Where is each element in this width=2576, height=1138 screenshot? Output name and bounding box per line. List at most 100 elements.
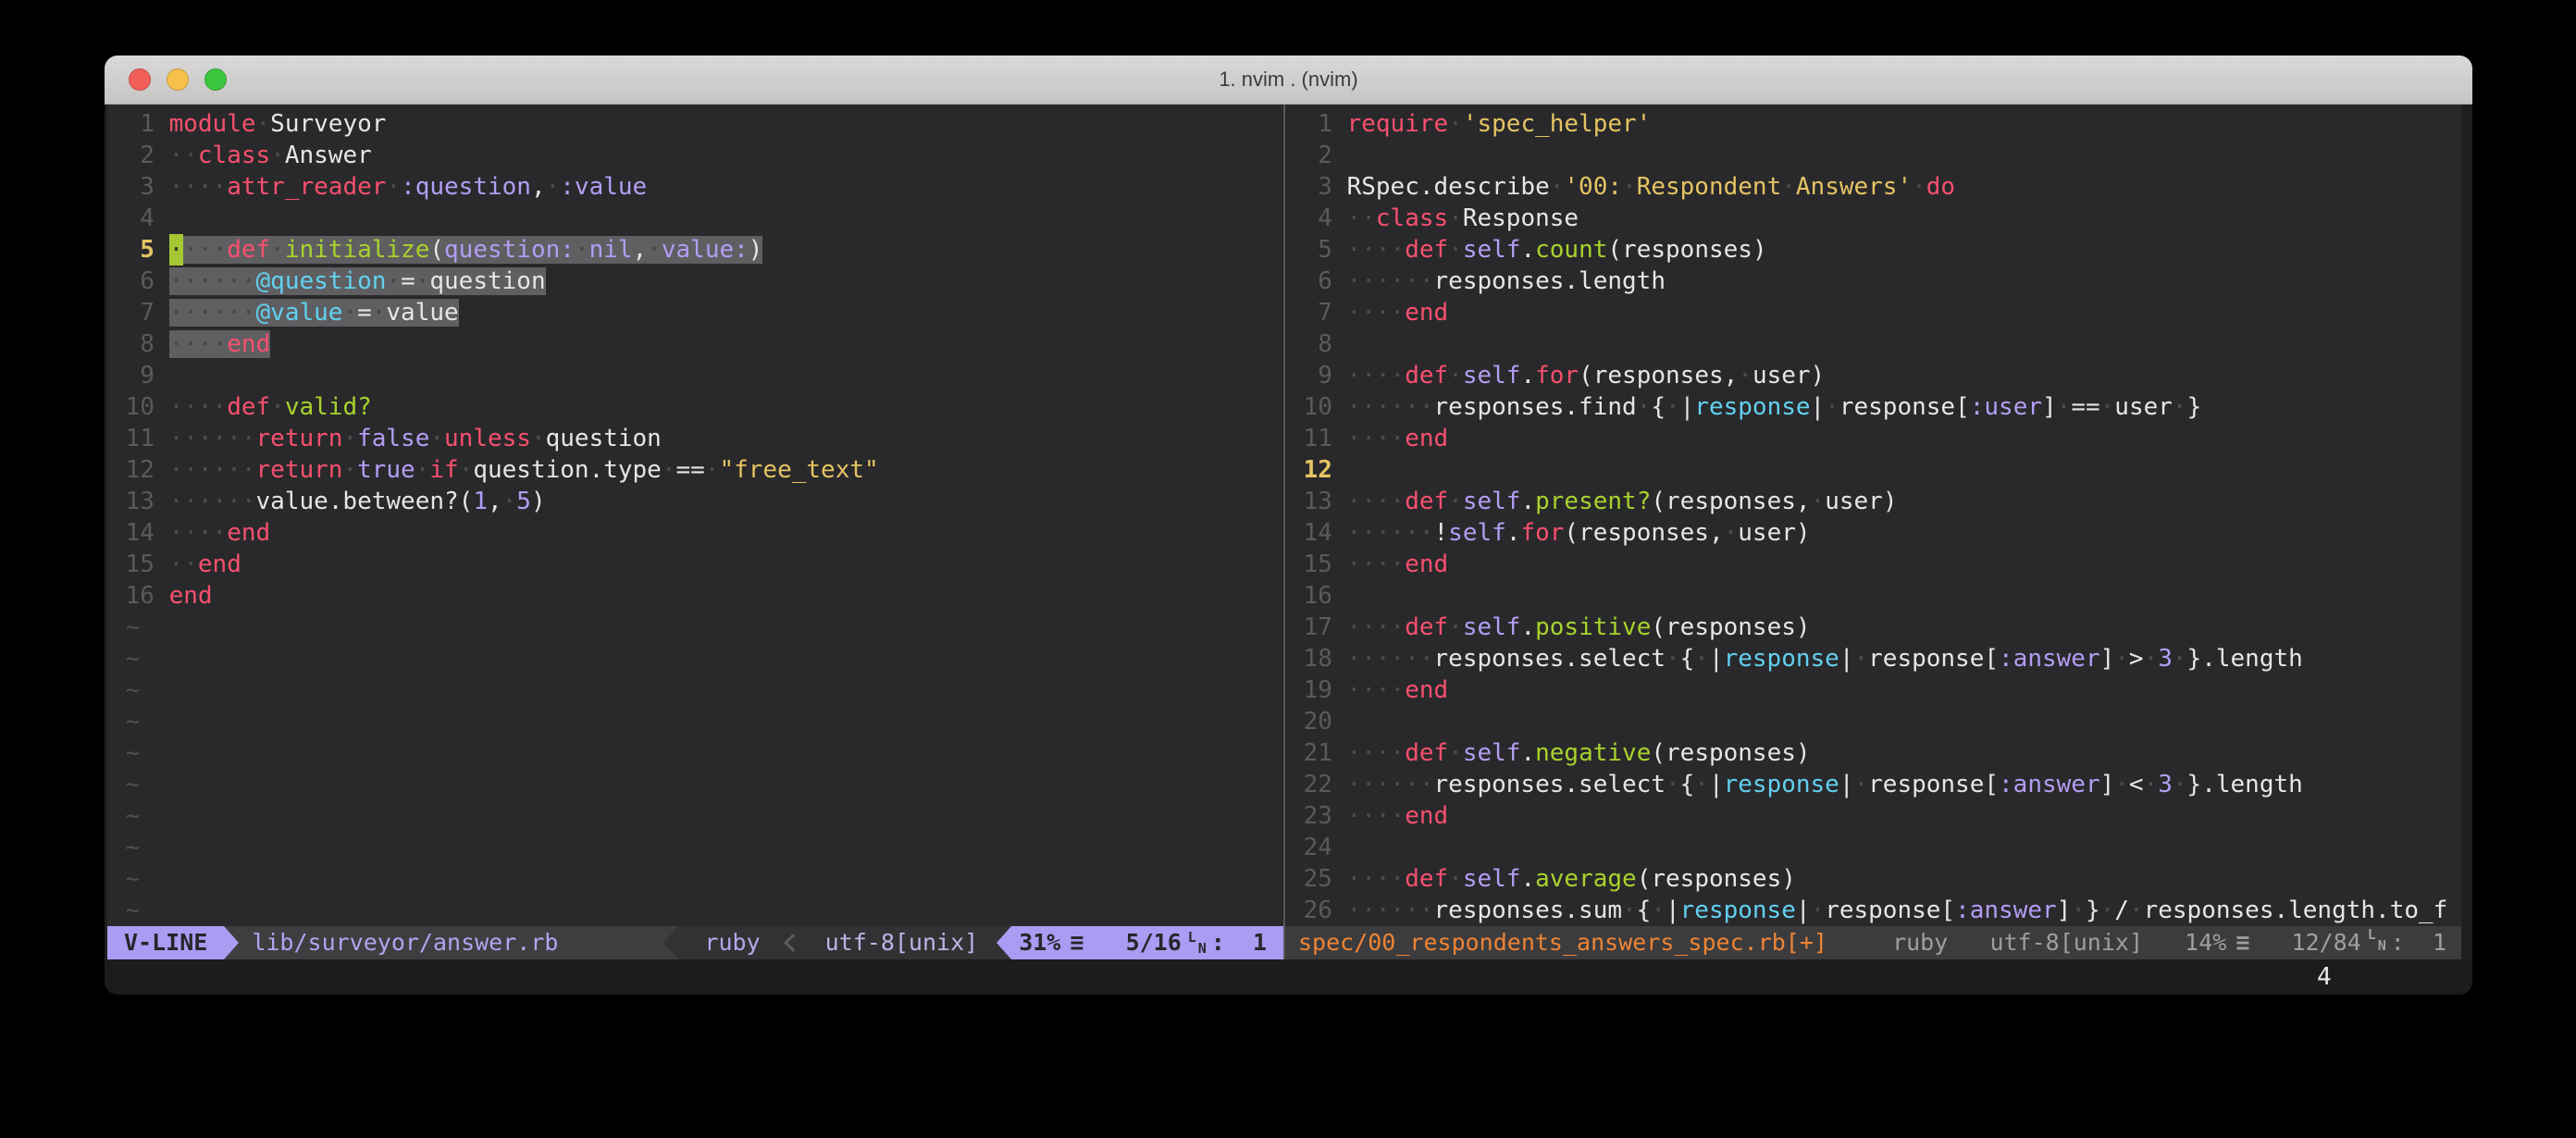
code-line[interactable]: 4··class·Response — [1289, 203, 2461, 234]
code-line[interactable]: 12······return·true·if·question.type·==·… — [111, 454, 1283, 486]
code-token: < — [2129, 771, 2144, 798]
code-token: :answer — [1999, 645, 2100, 673]
code-line[interactable]: 4 — [111, 203, 1283, 234]
code-line[interactable]: 3RSpec.describe·'00:·Respondent·Answers'… — [1289, 171, 2461, 203]
space-dots: · — [502, 488, 517, 515]
code-line[interactable]: 6······responses.length — [1289, 266, 2461, 297]
scroll-percent: 31% — [1019, 926, 1060, 959]
code-line[interactable]: 2 — [1289, 140, 2461, 171]
code-line[interactable]: 22······responses.select·{·|response|·re… — [1289, 769, 2461, 800]
code-token: | — [1680, 393, 1695, 421]
code-line[interactable]: 1module·Surveyor — [111, 108, 1283, 140]
right-code-area[interactable]: 1require·'spec_helper'23RSpec.describe·'… — [1285, 105, 2461, 926]
code-line[interactable]: 15····end — [1289, 549, 2461, 580]
lines-icon: ≡ — [2235, 926, 2249, 959]
code-line[interactable]: 7······@value·=·value — [111, 297, 1283, 328]
code-line[interactable]: 14····end — [111, 517, 1283, 549]
space-dots: · — [1694, 771, 1709, 798]
code-line[interactable]: 24 — [1289, 832, 2461, 863]
space-dots: · — [1912, 173, 1926, 201]
code-line[interactable]: 13······value.between?(1,·5) — [111, 486, 1283, 517]
code-token: { — [1651, 393, 1666, 421]
line-number: 4 — [1289, 203, 1332, 234]
code-token: RSpec.describe — [1347, 173, 1550, 201]
code-token: def — [227, 393, 270, 421]
code-token: . — [1520, 362, 1535, 390]
close-button[interactable] — [129, 68, 151, 91]
lines-icon: ≡ — [1070, 926, 1084, 959]
code-line[interactable]: 9 — [111, 360, 1283, 391]
tilde: ~ — [111, 865, 140, 893]
space-dots: · — [1448, 110, 1463, 138]
code-line[interactable]: 12 — [1289, 454, 2461, 486]
statusline-right: spec/00_respondents_answers_spec.rb[+] r… — [1285, 926, 2461, 959]
space-dots: · — [1853, 645, 1868, 673]
space-dots: · — [2173, 771, 2187, 798]
linenr-symbol-icon: LN — [1185, 929, 1208, 957]
code-line[interactable]: 9····def·self.for(responses,·user) — [1289, 360, 2461, 391]
code-token: == — [2071, 393, 2099, 421]
code-token: responses.length.to_f — [2144, 897, 2448, 924]
code-line[interactable]: 11······return·false·unless·question — [111, 423, 1283, 454]
code-line[interactable]: 8 — [1289, 328, 2461, 360]
code-line[interactable]: 3····attr_reader·:question,·:value — [111, 171, 1283, 203]
space-dots: · — [2144, 771, 2159, 798]
code-token: Surveyor — [270, 110, 386, 138]
code-token: response[ — [1868, 645, 1999, 673]
code-line[interactable]: 10····def·valid? — [111, 391, 1283, 423]
code-token: { — [1680, 645, 1695, 673]
tilde: ~ — [111, 802, 140, 830]
space-dots: ······ — [169, 299, 256, 327]
code-line[interactable]: 26······responses.sum·{·|response|·respo… — [1289, 895, 2461, 926]
code-line[interactable]: 25····def·self.average(responses) — [1289, 863, 2461, 895]
code-token: end — [198, 550, 242, 578]
space-dots: · — [1738, 362, 1752, 390]
statusline-left: V-LINE lib/surveyor/answer.rb ruby utf-8… — [107, 926, 1283, 959]
code-line[interactable]: 17····def·self.positive(responses) — [1289, 612, 2461, 643]
visual-selection: ···def·initialize(question:·nil,·value:) — [183, 236, 762, 264]
code-line[interactable]: 15··end — [111, 549, 1283, 580]
code-line[interactable]: 10······responses.find·{·|response|·resp… — [1289, 391, 2461, 423]
code-line[interactable]: 6······@question·=·question — [111, 266, 1283, 297]
line-number: 1 — [111, 108, 155, 140]
code-line[interactable]: 2··class·Answer — [111, 140, 1283, 171]
code-line[interactable]: 11····end — [1289, 423, 2461, 454]
code-line[interactable]: 16end — [111, 580, 1283, 612]
code-line[interactable]: 1require·'spec_helper' — [1289, 108, 2461, 140]
code-line[interactable]: 20 — [1289, 706, 2461, 737]
line-number: 20 — [1289, 706, 1332, 737]
code-token: }.length — [2187, 771, 2303, 798]
space-dots: · — [1448, 236, 1463, 264]
code-token: nil — [589, 236, 633, 264]
code-token: return — [256, 456, 343, 484]
code-line[interactable]: 19····end — [1289, 674, 2461, 706]
code-line[interactable]: 13····def·self.present?(responses,·user) — [1289, 486, 2461, 517]
code-line[interactable]: 7····end — [1289, 297, 2461, 328]
code-token: . — [1520, 613, 1535, 641]
line-number: 4 — [111, 203, 155, 234]
space-dots: · — [531, 425, 546, 452]
code-line[interactable]: 8····end — [111, 328, 1283, 360]
code-token: | — [1796, 897, 1811, 924]
space-dots: · — [1448, 362, 1463, 390]
code-line[interactable]: 5····def·self.count(responses) — [1289, 234, 2461, 266]
code-line[interactable]: 16 — [1289, 580, 2461, 612]
code-line[interactable]: 23····end — [1289, 800, 2461, 832]
statusline-right-group: ruby utf-8[unix] — [678, 926, 1011, 959]
minimize-button[interactable] — [167, 68, 189, 91]
zoom-button[interactable] — [204, 68, 227, 91]
code-line[interactable]: 18······responses.select·{·|response|·re… — [1289, 643, 2461, 674]
code-line[interactable]: 5····def·initialize(question:·nil,·value… — [111, 234, 1283, 266]
title-bar[interactable]: 1. nvim . (nvim) — [105, 56, 2472, 105]
left-code-area[interactable]: 1module·Surveyor2··class·Answer3····attr… — [107, 105, 1283, 926]
left-editor-pane[interactable]: 1module·Surveyor2··class·Answer3····attr… — [107, 105, 1283, 959]
tilde: ~ — [111, 676, 140, 704]
code-token: self — [1463, 739, 1521, 767]
code-token: 'spec_helper' — [1463, 110, 1652, 138]
code-line[interactable]: 21····def·self.negative(responses) — [1289, 737, 2461, 769]
code-line[interactable]: 14······!self.for(responses,·user) — [1289, 517, 2461, 549]
tilde: ~ — [111, 645, 140, 673]
right-editor-pane[interactable]: 1require·'spec_helper'23RSpec.describe·'… — [1285, 105, 2461, 959]
code-token: self — [1463, 236, 1521, 264]
code-token: true — [357, 456, 415, 484]
